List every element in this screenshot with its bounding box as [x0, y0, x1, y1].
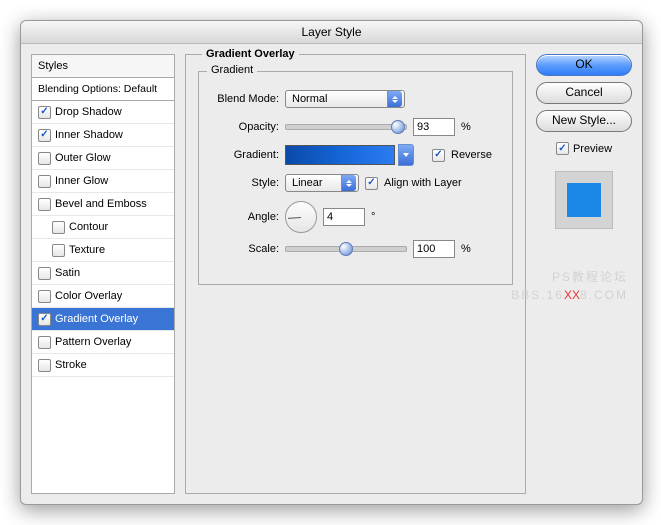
- style-checkbox[interactable]: [38, 290, 51, 303]
- style-item-label: Texture: [69, 244, 105, 256]
- style-checkbox[interactable]: [38, 152, 51, 165]
- gradient-row: Gradient: Reverse: [213, 144, 498, 166]
- angle-row: Angle: 4 °: [213, 206, 498, 228]
- blend-mode-row: Blend Mode: Normal: [213, 88, 498, 110]
- style-checkbox[interactable]: [38, 336, 51, 349]
- align-label: Align with Layer: [384, 177, 462, 189]
- style-row: Style: Linear Align with Layer: [213, 172, 498, 194]
- gradient-group: Gradient Blend Mode: Normal Opacity: 93 …: [198, 71, 513, 285]
- styles-list: Drop Shadow Inner Shadow Outer Glow Inner G…: [32, 101, 174, 493]
- preview-checkbox[interactable]: [556, 142, 569, 155]
- cancel-button[interactable]: Cancel: [536, 82, 632, 104]
- opacity-slider[interactable]: [285, 124, 407, 130]
- style-item-texture[interactable]: Texture: [32, 239, 174, 262]
- scale-slider[interactable]: [285, 246, 407, 252]
- preview-swatch-container: [555, 171, 613, 229]
- new-style-label: New Style...: [552, 113, 616, 127]
- style-item-stroke[interactable]: Stroke: [32, 354, 174, 377]
- style-item-label: Drop Shadow: [55, 106, 122, 118]
- scale-label: Scale:: [213, 243, 279, 255]
- style-item-inner-glow[interactable]: Inner Glow: [32, 170, 174, 193]
- preview-label: Preview: [573, 143, 612, 155]
- opacity-unit: %: [461, 121, 471, 133]
- style-item-gradient-overlay[interactable]: Gradient Overlay: [32, 308, 174, 331]
- style-value: Linear: [292, 177, 323, 189]
- blend-mode-select[interactable]: Normal: [285, 90, 405, 108]
- scale-unit: %: [461, 243, 471, 255]
- gradient-dropdown-icon[interactable]: [398, 144, 414, 166]
- gradient-label: Gradient:: [213, 149, 279, 161]
- style-item-satin[interactable]: Satin: [32, 262, 174, 285]
- watermark: PS教程论坛 BBS.16XX8.COM: [511, 268, 628, 304]
- style-item-drop-shadow[interactable]: Drop Shadow: [32, 101, 174, 124]
- angle-label: Angle:: [213, 211, 279, 223]
- slider-thumb-icon[interactable]: [339, 242, 353, 256]
- window-title: Layer Style: [301, 25, 361, 39]
- style-checkbox[interactable]: [38, 129, 51, 142]
- style-item-label: Inner Shadow: [55, 129, 123, 141]
- style-item-label: Satin: [55, 267, 80, 279]
- new-style-button[interactable]: New Style...: [536, 110, 632, 132]
- style-item-pattern-overlay[interactable]: Pattern Overlay: [32, 331, 174, 354]
- style-checkbox[interactable]: [38, 106, 51, 119]
- style-item-outer-glow[interactable]: Outer Glow: [32, 147, 174, 170]
- chevron-updown-icon: [387, 91, 402, 107]
- window-titlebar: Layer Style: [21, 21, 642, 44]
- angle-dial[interactable]: [285, 201, 317, 233]
- style-checkbox[interactable]: [38, 359, 51, 372]
- angle-input[interactable]: 4: [323, 208, 365, 226]
- style-checkbox[interactable]: [38, 267, 51, 280]
- panel-title: Gradient Overlay: [202, 48, 299, 60]
- style-item-label: Stroke: [55, 359, 87, 371]
- angle-unit: °: [371, 211, 375, 223]
- style-checkbox[interactable]: [38, 198, 51, 211]
- style-item-label: Bevel and Emboss: [55, 198, 147, 210]
- gradient-swatch[interactable]: [285, 145, 395, 165]
- styles-header-label: Styles: [38, 60, 68, 72]
- reverse-label: Reverse: [451, 149, 492, 161]
- scale-input[interactable]: 100: [413, 240, 455, 258]
- style-item-label: Gradient Overlay: [55, 313, 138, 325]
- gradient-group-label: Gradient: [207, 64, 257, 76]
- style-item-label: Inner Glow: [55, 175, 108, 187]
- style-label: Style:: [213, 177, 279, 189]
- cancel-label: Cancel: [565, 85, 602, 99]
- ok-label: OK: [575, 57, 592, 71]
- style-item-color-overlay[interactable]: Color Overlay: [32, 285, 174, 308]
- align-checkbox[interactable]: [365, 177, 378, 190]
- style-item-inner-shadow[interactable]: Inner Shadow: [32, 124, 174, 147]
- style-checkbox[interactable]: [38, 175, 51, 188]
- style-checkbox[interactable]: [52, 244, 65, 257]
- watermark-line2: BBS.16XX8.COM: [511, 286, 628, 304]
- settings-panel: Gradient Overlay Gradient Blend Mode: No…: [185, 54, 526, 494]
- blend-mode-value: Normal: [292, 93, 327, 105]
- preview-row: Preview: [536, 142, 632, 155]
- style-item-label: Contour: [69, 221, 108, 233]
- slider-thumb-icon[interactable]: [391, 120, 405, 134]
- opacity-input[interactable]: 93: [413, 118, 455, 136]
- style-item-label: Outer Glow: [55, 152, 111, 164]
- style-item-label: Pattern Overlay: [55, 336, 131, 348]
- ok-button[interactable]: OK: [536, 54, 632, 76]
- chevron-updown-icon: [341, 175, 356, 191]
- layer-style-dialog: Layer Style Styles Blending Options: Def…: [20, 20, 643, 505]
- reverse-checkbox[interactable]: [432, 149, 445, 162]
- styles-header[interactable]: Styles: [32, 55, 174, 78]
- style-select[interactable]: Linear: [285, 174, 359, 192]
- style-checkbox[interactable]: [38, 313, 51, 326]
- opacity-row: Opacity: 93 %: [213, 116, 498, 138]
- blending-options-row[interactable]: Blending Options: Default: [32, 78, 174, 101]
- opacity-label: Opacity:: [213, 121, 279, 133]
- blend-mode-label: Blend Mode:: [213, 93, 279, 105]
- style-item-bevel-and-emboss[interactable]: Bevel and Emboss: [32, 193, 174, 216]
- blending-options-label: Blending Options: Default: [38, 83, 157, 95]
- style-item-label: Color Overlay: [55, 290, 122, 302]
- watermark-line1: PS教程论坛: [511, 268, 628, 286]
- scale-row: Scale: 100 %: [213, 238, 498, 260]
- styles-panel: Styles Blending Options: Default Drop Sh…: [31, 54, 175, 494]
- style-checkbox[interactable]: [52, 221, 65, 234]
- preview-swatch: [567, 183, 601, 217]
- style-item-contour[interactable]: Contour: [32, 216, 174, 239]
